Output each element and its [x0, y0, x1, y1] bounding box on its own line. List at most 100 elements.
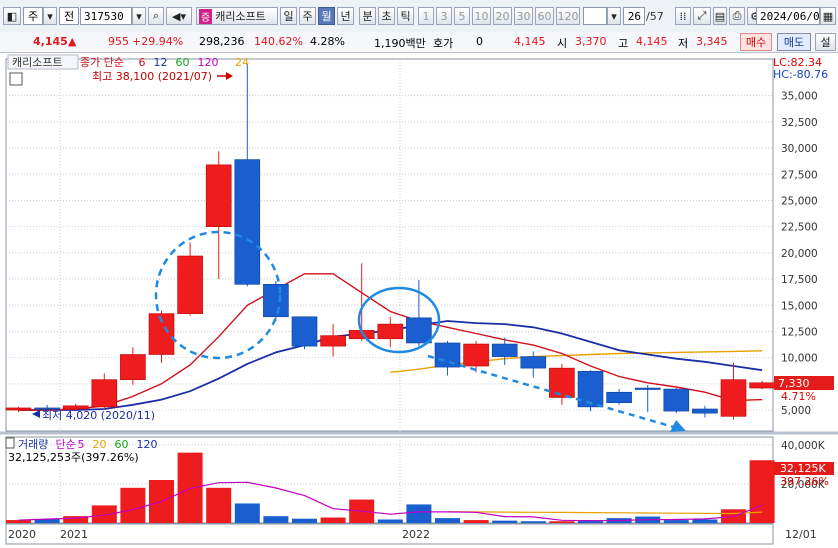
count-60[interactable]: 60 — [535, 7, 554, 25]
sell-button[interactable]: 매도 — [777, 33, 811, 51]
volume-value-label: 32,125,253주(397.26%) — [8, 451, 139, 464]
period-week[interactable]: 주 — [299, 7, 316, 25]
calendar-icon[interactable]: ▦ — [820, 7, 836, 25]
count-20[interactable]: 20 — [493, 7, 512, 25]
count-1[interactable]: 1 — [418, 7, 434, 25]
sound-icon[interactable]: ◀▾ — [166, 7, 192, 25]
volume-legend-item: 120 — [137, 438, 158, 451]
price-tick-label: 10,000 — [781, 353, 818, 365]
toolbar: ◧ 주 ▾ 전 317530 ▾ ⌕ ◀▾ 증 캐리소프트 일 주 월 년 분 … — [0, 0, 838, 33]
count-dropdown-icon[interactable]: ▾ — [607, 7, 621, 25]
candle-body — [205, 164, 232, 227]
settings-button[interactable]: 설 — [815, 33, 836, 51]
count-10[interactable]: 10 — [472, 7, 491, 25]
volume-bar — [492, 520, 518, 523]
low-label: 저 — [678, 37, 689, 50]
period-day[interactable]: 일 — [280, 7, 297, 25]
candle-body — [520, 356, 547, 369]
volume-bar — [377, 519, 403, 523]
period-year[interactable]: 년 — [337, 7, 354, 25]
date-input[interactable]: 2024/06/03 — [756, 7, 826, 25]
hoga-value: 0 — [476, 35, 483, 48]
high-value: 4,145 — [636, 35, 668, 48]
grid-icon[interactable]: ⁞⁞ — [675, 7, 691, 25]
print-icon[interactable]: ⎙ — [729, 7, 745, 25]
volume-legend-item: 거래량 — [18, 438, 48, 451]
candle-body — [320, 335, 346, 347]
open-value: 3,370 — [575, 35, 607, 48]
volume-legend-item: 20 — [93, 438, 107, 451]
candle-body — [692, 408, 718, 414]
legend-title: 캐리소프트 — [12, 56, 63, 69]
volume-bar — [120, 487, 146, 523]
count-input[interactable] — [583, 7, 607, 25]
current-price: 4,145 — [33, 35, 68, 48]
low-annotation: 최저 4,020 (2020/11) — [42, 409, 155, 422]
legend-item: 24 — [235, 56, 249, 69]
period-month[interactable]: 월 — [318, 7, 335, 25]
volume-last-label: 32,125K — [780, 462, 826, 475]
quote-type-select[interactable]: 전 — [59, 7, 79, 25]
high-label: 고 — [618, 37, 629, 50]
page-total: /57 — [646, 10, 664, 23]
volume-bar — [463, 520, 489, 523]
code-input[interactable]: 317530 — [80, 7, 132, 25]
candle-body — [177, 255, 203, 314]
candle-body — [91, 379, 118, 408]
volume-bar — [749, 460, 775, 523]
volume-bar — [206, 487, 232, 523]
page-input[interactable]: 26 — [623, 7, 645, 25]
save-icon[interactable]: ▤ — [713, 7, 727, 25]
volume-bar — [320, 517, 346, 523]
hc-label: HC:-80.76 — [773, 68, 828, 81]
candle-body — [377, 323, 404, 340]
candle-body — [463, 343, 489, 367]
count-30[interactable]: 30 — [514, 7, 533, 25]
hoga-label: 호가 — [433, 37, 454, 50]
price-change: 955 — [108, 35, 129, 48]
legend-item: 12 — [154, 56, 168, 69]
volume-bar — [406, 504, 432, 523]
count-120[interactable]: 120 — [556, 7, 580, 25]
legend-item: 120 — [198, 56, 219, 69]
period-tick[interactable]: 틱 — [397, 7, 414, 25]
volume-ratio: 140.62% — [254, 35, 303, 48]
stock-name[interactable]: 증 캐리소프트 — [196, 7, 278, 25]
tool-icon[interactable]: ⤢ — [693, 7, 711, 25]
period-second[interactable]: 초 — [378, 7, 395, 25]
candle-body — [5, 407, 32, 411]
period-minute[interactable]: 분 — [359, 7, 376, 25]
price-tick-label: 27,500 — [781, 169, 818, 181]
volume-legend-icon — [5, 437, 15, 449]
volume-legend-item: 단순 — [56, 438, 76, 451]
price-tick-label: 17,500 — [781, 274, 818, 286]
volume-bar — [520, 521, 546, 523]
volume-bar — [292, 518, 317, 523]
x-tick-label: 2021 — [60, 528, 88, 541]
buy-button[interactable]: 매수 — [740, 33, 772, 51]
market-dropdown-icon[interactable]: ▾ — [43, 7, 57, 25]
price-tick-label: 35,000 — [781, 91, 818, 103]
candle-body — [549, 367, 575, 398]
price-tick-label: 12,500 — [781, 326, 818, 338]
candle-body — [749, 382, 775, 389]
volume-bar — [91, 505, 117, 523]
price-repeat: 4,145 — [514, 35, 546, 48]
candle-body — [406, 317, 432, 344]
search-icon[interactable]: ⌕ — [148, 7, 164, 25]
count-5[interactable]: 5 — [454, 7, 470, 25]
candle-body — [491, 343, 518, 357]
candle-body — [234, 159, 261, 285]
price-tick-label: 5,000 — [781, 405, 811, 417]
market-select[interactable]: 주 — [23, 7, 43, 25]
count-3[interactable]: 3 — [436, 7, 452, 25]
chart-area: 5,0007,50010,00012,50015,00017,50020,000… — [0, 53, 838, 545]
volume-bar — [234, 503, 260, 523]
candle-body — [663, 388, 690, 412]
candle-body — [434, 342, 461, 368]
candle-body — [263, 283, 289, 318]
change-percent: +29.94% — [132, 35, 184, 48]
code-dropdown-icon[interactable]: ▾ — [132, 7, 146, 25]
window-icon[interactable]: ◧ — [3, 7, 21, 25]
volume-bar — [435, 518, 460, 523]
